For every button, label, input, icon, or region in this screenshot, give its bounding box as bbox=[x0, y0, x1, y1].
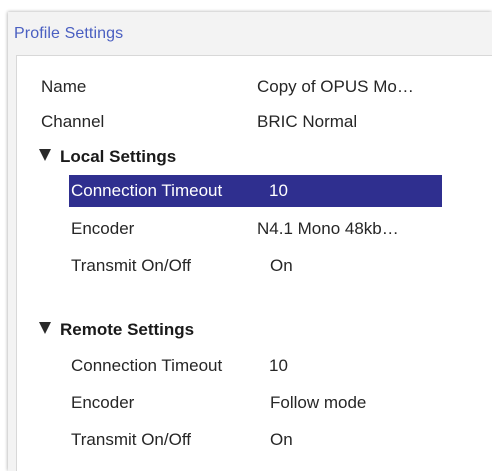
triangle-down-icon[interactable] bbox=[39, 322, 51, 334]
remote-encoder-value: Follow mode bbox=[270, 393, 367, 412]
tree-row-local-connection-timeout[interactable]: Connection Timeout 10 bbox=[69, 175, 442, 207]
triangle-down-icon[interactable] bbox=[39, 149, 51, 161]
remote-encoder-label: Encoder bbox=[71, 393, 135, 412]
remote-connection-timeout-value: 10 bbox=[269, 356, 288, 375]
channel-value: BRIC Normal bbox=[257, 112, 358, 131]
settings-tree: Name Copy of OPUS Mo… Channel BRIC Norma… bbox=[16, 55, 492, 471]
local-connection-timeout-value: 10 bbox=[269, 181, 288, 200]
tree-row-remote-encoder[interactable]: Encoder Follow mode bbox=[69, 387, 481, 419]
local-settings-label: Local Settings bbox=[60, 147, 177, 166]
local-transmit-label: Transmit On/Off bbox=[71, 256, 191, 275]
tree-row-local-transmit[interactable]: Transmit On/Off On bbox=[69, 250, 481, 282]
tree-row-remote-connection-timeout[interactable]: Connection Timeout 10 bbox=[69, 350, 481, 382]
channel-label: Channel bbox=[41, 112, 105, 131]
remote-connection-timeout-label: Connection Timeout bbox=[71, 356, 223, 375]
tree-row-local-encoder[interactable]: Encoder N4.1 Mono 48kb… bbox=[69, 213, 481, 245]
local-encoder-value: N4.1 Mono 48kb… bbox=[257, 219, 399, 238]
remote-transmit-label: Transmit On/Off bbox=[71, 430, 191, 449]
remote-settings-header[interactable]: Remote Settings bbox=[39, 315, 194, 345]
local-transmit-value: On bbox=[270, 256, 293, 275]
remote-transmit-value: On bbox=[270, 430, 293, 449]
name-label: Name bbox=[41, 77, 87, 96]
remote-settings-label: Remote Settings bbox=[60, 320, 195, 339]
local-settings-header[interactable]: Local Settings bbox=[39, 142, 176, 172]
panel-title: Profile Settings bbox=[14, 25, 124, 42]
profile-settings-window: Profile Settings Name Copy of OPUS Mo… C… bbox=[0, 0, 492, 471]
tree-row-channel[interactable]: Channel BRIC Normal bbox=[41, 106, 481, 138]
local-connection-timeout-label: Connection Timeout bbox=[71, 181, 223, 200]
tree-row-name[interactable]: Name Copy of OPUS Mo… bbox=[41, 71, 481, 103]
name-value: Copy of OPUS Mo… bbox=[257, 77, 414, 96]
tree-row-remote-transmit[interactable]: Transmit On/Off On bbox=[69, 424, 481, 456]
local-encoder-label: Encoder bbox=[71, 219, 135, 238]
